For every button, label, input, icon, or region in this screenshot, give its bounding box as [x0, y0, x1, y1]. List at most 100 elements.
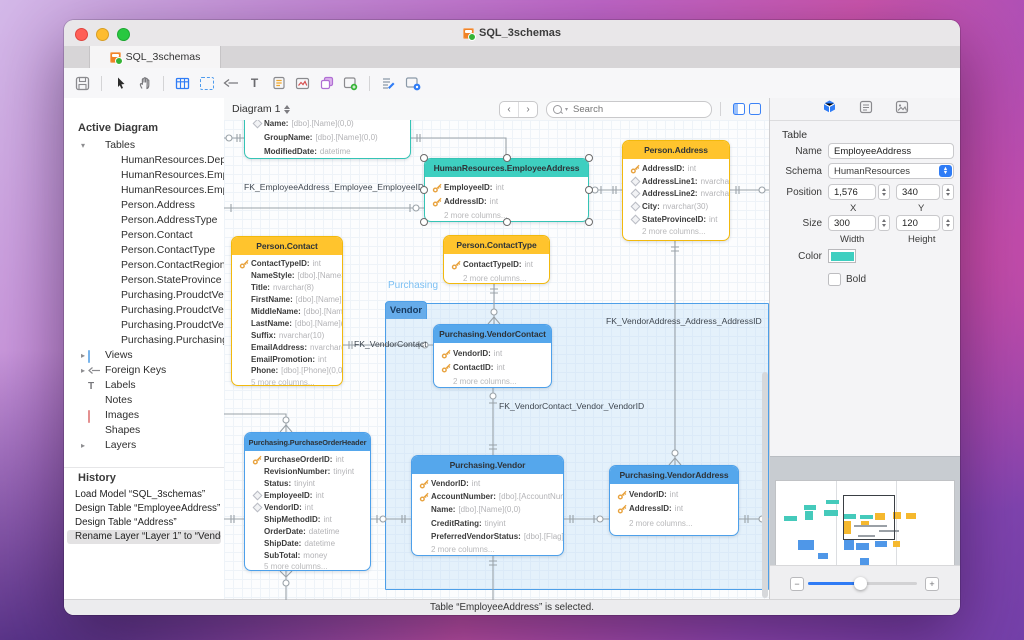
save-icon[interactable] — [74, 75, 91, 92]
sidebar-group-layers[interactable]: ▸Layers — [64, 438, 224, 453]
size-width-field[interactable] — [828, 215, 876, 231]
name-field[interactable] — [828, 143, 954, 159]
column-type: int — [315, 491, 323, 500]
sidebar-group-labels[interactable]: TLabels — [64, 378, 224, 393]
toggle-left-panel-icon[interactable] — [733, 103, 745, 115]
diagram-canvas[interactable]: Vendor Purchasing — [224, 120, 769, 600]
history-item[interactable]: Design Table “EmployeeAddress” — [67, 502, 221, 516]
sidebar-item-table[interactable]: Purchasing.ProudctVen... — [64, 288, 224, 303]
entity-purchase-order-header[interactable]: Purchasing.PurchaseOrderHeaderPurchaseOr… — [244, 432, 371, 571]
sidebar-item-table[interactable]: HumanResources.Emplo... — [64, 183, 224, 198]
vendor-layer-tab[interactable]: Vendor — [385, 301, 427, 319]
position-y-stepper[interactable] — [942, 184, 954, 200]
minimap-table-rect — [875, 541, 887, 547]
sidebar-item-table[interactable]: Person.ContactRegion — [64, 258, 224, 273]
position-x-field[interactable] — [828, 184, 876, 200]
shape-icon[interactable] — [318, 75, 335, 92]
history-item[interactable]: Rename Layer “Layer 1” to “Vendor” — [67, 530, 221, 544]
entity-department[interactable]: Name:[dbo].[Name](0,0)GroupName:[dbo].[N… — [244, 120, 411, 159]
note-icon[interactable] — [270, 75, 287, 92]
sidebar-item-table[interactable]: Person.Address — [64, 198, 224, 213]
sidebar-group-label: Labels — [105, 380, 136, 391]
entity-title: Person.Address — [623, 141, 729, 159]
sidebar-item-table[interactable]: Purchasing.ProudctVen... — [64, 303, 224, 318]
column-name: EmployeeID: — [444, 183, 492, 192]
size-width-stepper[interactable] — [878, 215, 890, 231]
text-label-icon[interactable]: T — [246, 75, 263, 92]
search-input[interactable] — [571, 103, 675, 116]
zoom-slider[interactable] — [808, 582, 917, 585]
selection-handle[interactable] — [585, 154, 593, 162]
canvas-area: Diagram 1 ‹ › ▾ — [224, 98, 769, 600]
minimap-table-rect — [818, 553, 828, 559]
selection-handle[interactable] — [420, 218, 428, 226]
image-icon[interactable] — [294, 75, 311, 92]
column-spacer — [239, 319, 251, 328]
connector-icon[interactable] — [222, 75, 239, 92]
selection-handle[interactable] — [420, 186, 428, 194]
hand-icon[interactable] — [136, 75, 153, 92]
history-item[interactable]: Load Model “SQL_3schemas” — [67, 488, 221, 502]
chevron-right-icon[interactable]: ▸ — [78, 351, 88, 360]
schema-dropdown[interactable]: HumanResources ▲▼ — [828, 163, 954, 179]
position-y-field[interactable] — [896, 184, 940, 200]
search-box[interactable]: ▾ — [546, 101, 712, 118]
chevron-right-icon[interactable]: ▸ — [78, 366, 88, 375]
entity-vendor[interactable]: Purchasing.VendorVendorID:intAccountNumb… — [411, 455, 564, 556]
search-scope-chevron-icon[interactable]: ▾ — [565, 106, 568, 113]
ddl-tab-icon[interactable] — [859, 100, 873, 119]
sidebar-item-table[interactable]: Person.ContactType — [64, 243, 224, 258]
entity-employee-address[interactable]: HumanResources.EmployeeAddressEmployeeID… — [424, 158, 589, 222]
selection-handle[interactable] — [585, 186, 593, 194]
entity-person-address[interactable]: Person.AddressAddressID:intAddressLine1:… — [622, 140, 730, 241]
layer-icon[interactable] — [342, 75, 359, 92]
image-tab-icon[interactable] — [895, 100, 909, 119]
sidebar-group-images[interactable]: Images — [64, 408, 224, 423]
sidebar-group-notes[interactable]: Notes — [64, 393, 224, 408]
position-x-stepper[interactable] — [878, 184, 890, 200]
entity-person-contacttype[interactable]: Person.ContactTypeContactTypeID:int2 mor… — [443, 235, 550, 284]
sidebar-item-table[interactable]: Purchasing.Purchasing... — [64, 333, 224, 348]
table-designer-icon[interactable] — [380, 75, 397, 92]
tab-sql-3schemas[interactable]: SQL_3schemas — [89, 46, 221, 68]
sidebar-group-views[interactable]: ▸Views — [64, 348, 224, 363]
entity-vendor-address[interactable]: Purchasing.VendorAddressVendorID:intAddr… — [609, 465, 739, 536]
entity-person-contact[interactable]: Person.ContactContactTypeID:intNameStyle… — [231, 236, 343, 386]
toggle-right-panel-icon[interactable] — [749, 103, 761, 115]
selection-handle[interactable] — [503, 218, 511, 226]
selection-handle[interactable] — [585, 218, 593, 226]
new-table-icon[interactable] — [174, 75, 191, 92]
sidebar-item-table[interactable]: HumanResources.Emplo... — [64, 168, 224, 183]
nav-forward-button[interactable]: › — [519, 102, 537, 117]
zoom-out-button[interactable]: − — [790, 577, 804, 591]
bold-checkbox[interactable] — [828, 273, 841, 286]
zoom-in-button[interactable]: + — [925, 577, 939, 591]
history-item[interactable]: Design Table “Address” — [67, 516, 221, 530]
color-swatch[interactable] — [828, 249, 856, 263]
sidebar-item-table[interactable]: Person.Contact — [64, 228, 224, 243]
nav-back-button[interactable]: ‹ — [500, 102, 519, 117]
minimap-viewport[interactable] — [843, 495, 895, 540]
sidebar-item-table[interactable]: Purchasing.ProudctVen... — [64, 318, 224, 333]
chevron-down-icon[interactable]: ▾ — [78, 141, 88, 150]
cursor-icon[interactable] — [112, 75, 129, 92]
properties-tab-cube-icon[interactable] — [822, 99, 837, 119]
model-convert-icon[interactable] — [404, 75, 421, 92]
entity-vendor-contact[interactable]: Purchasing.VendorContactVendorID:intCont… — [433, 324, 552, 388]
size-height-stepper[interactable] — [942, 215, 954, 231]
sidebar-item-table[interactable]: Person.AddressType — [64, 213, 224, 228]
diagram-selector[interactable]: Diagram 1 — [232, 103, 290, 115]
sidebar-group-fk[interactable]: ▸Foreign Keys — [64, 363, 224, 378]
sidebar-item-table[interactable]: Person.StateProvince — [64, 273, 224, 288]
size-height-field[interactable] — [896, 215, 940, 231]
zoom-slider-knob[interactable] — [854, 577, 867, 590]
selection-handle[interactable] — [503, 154, 511, 162]
canvas-vertical-scrollbar[interactable] — [762, 372, 768, 598]
sidebar-group-shapes[interactable]: Shapes — [64, 423, 224, 438]
sidebar-item-table[interactable]: HumanResources.Depar... — [64, 153, 224, 168]
select-region-icon[interactable] — [198, 75, 215, 92]
chevron-right-icon[interactable]: ▸ — [78, 441, 88, 450]
selection-handle[interactable] — [420, 154, 428, 162]
sidebar-group-tables[interactable]: ▾ Tables — [64, 138, 224, 153]
diagram-stepper-icon[interactable] — [284, 105, 290, 114]
